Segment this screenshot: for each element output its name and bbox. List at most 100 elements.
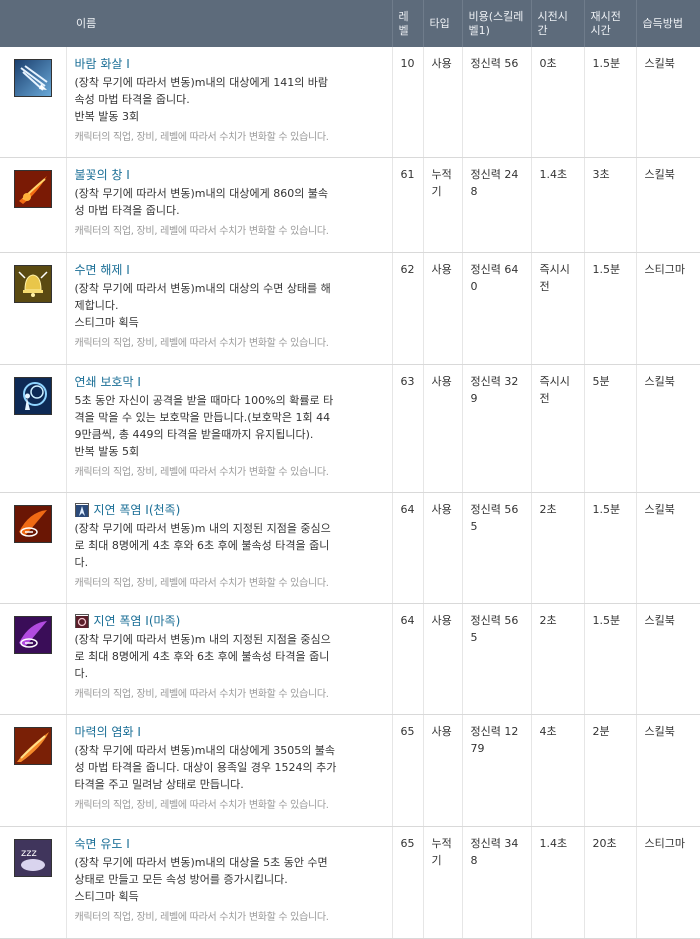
header-cast-time[interactable]: 시전시간 bbox=[531, 0, 585, 47]
skill-icon-cell bbox=[0, 157, 67, 253]
skill-cost-cell: 정신력 56 bbox=[462, 47, 532, 158]
skill-name[interactable]: 숙면 유도 I bbox=[75, 835, 130, 853]
skill-name-link[interactable]: 지연 폭염 I(천족) bbox=[74, 501, 378, 519]
skill-name-link[interactable]: 연쇄 보호막 I bbox=[75, 373, 378, 391]
skill-cooldown: 1.5분 bbox=[592, 613, 621, 627]
table-row[interactable]: 연쇄 보호막 I 5초 동안 자신이 공격을 받을 때마다 100%의 확률로 타… bbox=[0, 364, 700, 493]
header-type[interactable]: 타입 bbox=[423, 0, 463, 47]
skill-cost: 정신력 329 bbox=[470, 374, 519, 405]
skill-level-cell: 10 bbox=[392, 47, 424, 158]
skill-name[interactable]: 지연 폭염 I(천족) bbox=[94, 501, 181, 519]
header-name[interactable]: 이름 bbox=[66, 0, 393, 47]
inferno-icon[interactable] bbox=[14, 726, 52, 765]
skill-type-cell: 사용 bbox=[423, 47, 463, 158]
skill-name-link[interactable]: 불꽃의 창 I bbox=[75, 166, 378, 184]
table-row[interactable]: 바람 화살 I (장착 무기에 따라서 변동)m내의 대상에게 141의 바람 속성… bbox=[0, 47, 700, 158]
skill-source-cell: 스킬북 bbox=[636, 714, 700, 827]
chain-shield-icon[interactable] bbox=[14, 376, 52, 415]
wind-arrow-icon[interactable] bbox=[14, 59, 52, 97]
table-row[interactable]: 수면 해제 I (장착 무기에 따라서 변동)m내의 대상의 수면 상태를 해 제합… bbox=[0, 252, 700, 365]
skill-cast-time-cell: 1.4초 bbox=[531, 826, 585, 939]
skill-description-line: (장착 무기에 따라서 변동)m 내의 지정된 지점을 중심으 bbox=[74, 632, 331, 646]
skill-cooldown: 2분 bbox=[592, 724, 610, 738]
skill-level-cell: 65 bbox=[392, 714, 424, 827]
skill-name-link[interactable]: 지연 폭염 I(마족) bbox=[74, 612, 378, 630]
skill-name-link[interactable]: 숙면 유도 I bbox=[75, 835, 378, 853]
skill-cooldown: 5분 bbox=[592, 374, 610, 388]
header-source[interactable]: 습득방법 bbox=[636, 0, 700, 47]
skill-name-link[interactable]: 수면 해제 I bbox=[75, 261, 378, 279]
skill-cast-time-cell: 즉시시전 bbox=[531, 252, 585, 365]
skill-name-link[interactable]: 마력의 염화 I bbox=[75, 723, 378, 741]
skill-level-cell: 61 bbox=[392, 157, 424, 253]
skill-level: 64 bbox=[400, 502, 415, 516]
skill-source-cell: 스킬북 bbox=[636, 364, 700, 493]
sleep-icon[interactable]: zzz bbox=[14, 838, 52, 877]
skill-type-cell: 사용 bbox=[423, 603, 463, 715]
table-row[interactable]: zzz 숙면 유도 I (장착 무기에 따라서 변동)m내의 대상을 5초 동안 수… bbox=[0, 826, 700, 939]
skill-description: 5초 동안 자신이 공격을 받을 때마다 100%의 확률로 타 격을 막을 수 … bbox=[75, 392, 378, 460]
skill-cast-time-cell: 2초 bbox=[531, 603, 585, 715]
skill-cast-time-cell: 1.4초 bbox=[531, 157, 585, 253]
skill-info-cell: 연쇄 보호막 I 5초 동안 자신이 공격을 받을 때마다 100%의 확률로 타… bbox=[66, 364, 393, 493]
skill-note: 캐릭터의 직업, 장비, 레벨에 따라서 수치가 변화할 수 있습니다. bbox=[74, 911, 329, 923]
skill-cast-time: 2초 bbox=[539, 502, 557, 516]
skill-cost: 정신력 248 bbox=[470, 167, 519, 198]
skill-type: 사용 bbox=[431, 57, 452, 70]
skill-name[interactable]: 연쇄 보호막 I bbox=[75, 373, 141, 391]
skill-info-cell: 수면 해제 I (장착 무기에 따라서 변동)m내의 대상의 수면 상태를 해 제합… bbox=[66, 252, 393, 365]
skill-name[interactable]: 마력의 염화 I bbox=[75, 723, 141, 741]
skill-source: 스킬북 bbox=[644, 57, 675, 70]
skill-source-cell: 스킬북 bbox=[636, 603, 700, 715]
skill-name[interactable]: 지연 폭염 I(마족) bbox=[94, 612, 181, 630]
skill-level: 65 bbox=[400, 836, 415, 850]
skill-description-line: 반복 발동 5회 bbox=[74, 444, 140, 458]
skill-note: 캐릭터의 직업, 장비, 레벨에 따라서 수치가 변화할 수 있습니다. bbox=[74, 337, 329, 349]
table-row[interactable]: 마력의 염화 I (장착 무기에 따라서 변동)m내의 대상에게 3505의 불속… bbox=[0, 714, 700, 827]
delayed-blast-icon[interactable] bbox=[14, 504, 52, 543]
skill-type: 사용 bbox=[431, 374, 452, 388]
skill-name[interactable]: 불꽃의 창 I bbox=[75, 166, 130, 184]
skill-cost-cell: 정신력 248 bbox=[462, 157, 532, 253]
skill-level-cell: 65 bbox=[392, 826, 424, 939]
skill-cooldown: 3초 bbox=[592, 167, 610, 181]
skill-icon-cell bbox=[0, 492, 67, 604]
skill-description-line: 스티그마 획득 bbox=[74, 889, 139, 903]
skill-cost: 정신력 348 bbox=[470, 836, 519, 867]
header-cooldown[interactable]: 재시전시간 bbox=[584, 0, 637, 47]
skill-description-line: 로 최대 8명에게 4초 후와 6초 후에 불속성 타격을 줍니 bbox=[74, 649, 330, 663]
skill-description-line: 성 마법 타격을 줍니다. 대상이 용족일 경우 1524의 추가 bbox=[74, 760, 337, 774]
skill-description: (장착 무기에 따라서 변동)m내의 대상에게 141의 바람 속성 마법 타격을… bbox=[75, 74, 378, 125]
skill-note: 캐릭터의 직업, 장비, 레벨에 따라서 수치가 변화할 수 있습니다. bbox=[74, 132, 329, 143]
skill-level: 10 bbox=[400, 57, 415, 70]
skill-cast-time: 즉시시전 bbox=[539, 374, 570, 405]
skill-cost-cell: 정신력 329 bbox=[462, 364, 532, 493]
skill-note: 캐릭터의 직업, 장비, 레벨에 따라서 수치가 변화할 수 있습니다. bbox=[74, 225, 329, 237]
table-row[interactable]: 지연 폭염 I(천족) (장착 무기에 따라서 변동)m 내의 지정된 지점을 중… bbox=[0, 492, 700, 604]
skill-cost: 정신력 565 bbox=[470, 502, 519, 533]
skill-type: 사용 bbox=[431, 262, 452, 276]
skill-cooldown: 1.5분 bbox=[592, 262, 621, 276]
skill-level: 64 bbox=[400, 613, 415, 627]
skill-cast-time-cell: 즉시시전 bbox=[531, 364, 585, 493]
skill-description-line: 스티그마 획득 bbox=[74, 315, 139, 329]
flame-spear-icon[interactable] bbox=[14, 169, 52, 208]
skill-cast-time: 2초 bbox=[539, 613, 557, 627]
delayed-blast-dark-icon[interactable] bbox=[14, 615, 52, 654]
skill-description: (장착 무기에 따라서 변동)m내의 대상의 수면 상태를 해 제합니다. 스티그마… bbox=[75, 280, 378, 331]
table-row[interactable]: 지연 폭염 I(마족) (장착 무기에 따라서 변동)m 내의 지정된 지점을 중… bbox=[0, 603, 700, 715]
skill-cast-time-cell: 4초 bbox=[531, 714, 585, 827]
bell-icon[interactable] bbox=[14, 264, 52, 303]
svg-text:zzz: zzz bbox=[21, 848, 37, 859]
skill-type: 누적기 bbox=[431, 836, 452, 867]
skill-cast-time: 즉시시전 bbox=[539, 262, 570, 293]
skill-icon-cell bbox=[0, 252, 67, 365]
header-level[interactable]: 레벨 bbox=[392, 0, 424, 47]
header-cost[interactable]: 비용(스킬레벨1) bbox=[462, 0, 532, 47]
skill-name-link[interactable]: 바람 화살 I bbox=[75, 55, 378, 73]
skill-type-cell: 누적기 bbox=[423, 826, 463, 939]
table-row[interactable]: 불꽃의 창 I (장착 무기에 따라서 변동)m내의 대상에게 860의 불속 성 … bbox=[0, 157, 700, 253]
table-body: 바람 화살 I (장착 무기에 따라서 변동)m내의 대상에게 141의 바람 속성… bbox=[0, 47, 700, 939]
skill-name[interactable]: 바람 화살 I bbox=[75, 55, 130, 73]
skill-name[interactable]: 수면 해제 I bbox=[75, 261, 130, 279]
